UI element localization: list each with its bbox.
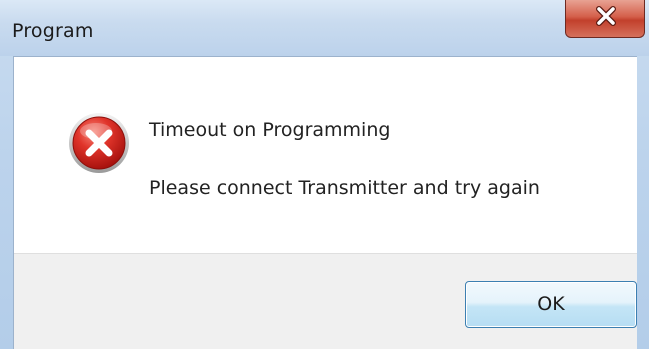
dialog-window: Program Timeout on Programming Please co… — [0, 0, 649, 349]
message-detail: Please connect Transmitter and try again — [149, 177, 540, 199]
dialog-content: Timeout on Programming Please connect Tr… — [13, 56, 637, 349]
close-x-icon — [596, 6, 616, 26]
error-icon — [69, 113, 129, 173]
window-title: Program — [12, 20, 94, 42]
title-bar: Program — [0, 0, 649, 56]
close-button[interactable] — [565, 0, 645, 38]
message-area: Timeout on Programming Please connect Tr… — [14, 57, 637, 253]
ok-button[interactable]: OK — [465, 281, 637, 328]
button-bar: OK — [14, 253, 637, 349]
message-title: Timeout on Programming — [149, 119, 391, 141]
